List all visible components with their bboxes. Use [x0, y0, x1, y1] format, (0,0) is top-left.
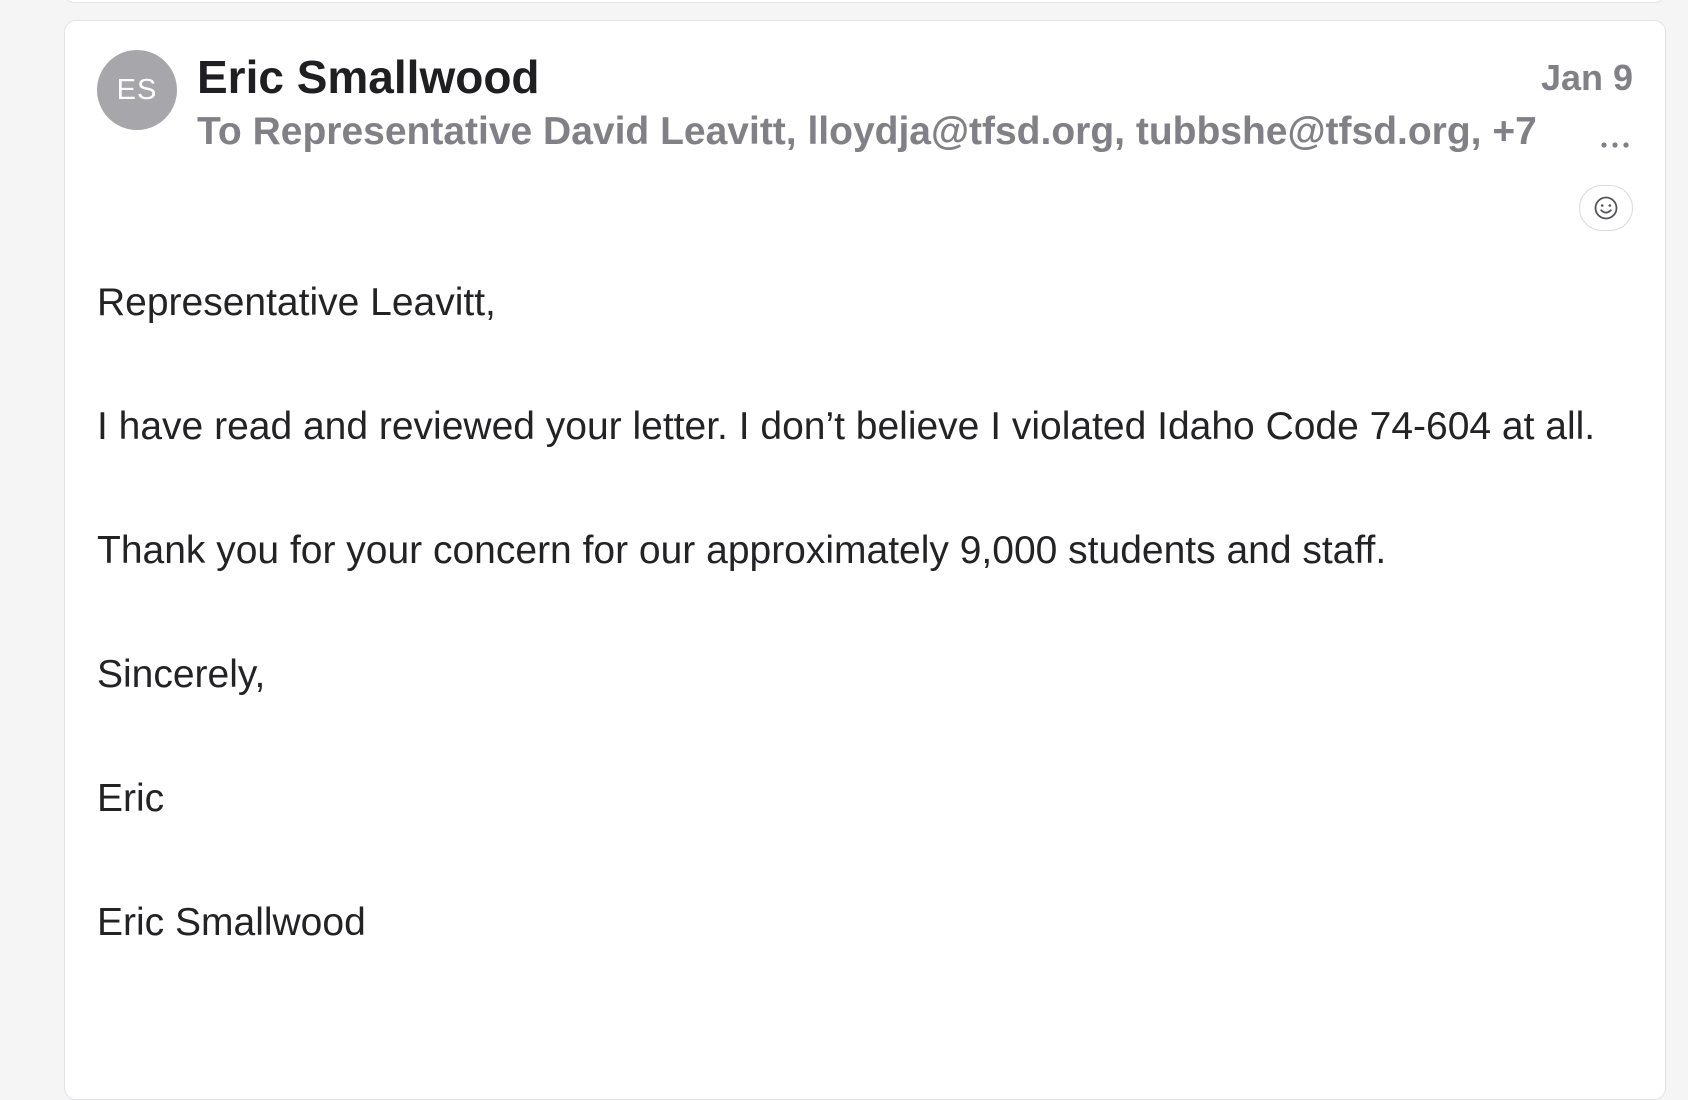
- body-paragraph-1: I have read and reviewed your letter. I …: [97, 405, 1596, 448]
- sender-name[interactable]: Eric Smallwood: [197, 51, 540, 104]
- body-paragraph-2: Thank you for your concern for our appro…: [97, 529, 1387, 572]
- email-body: Representative Leavitt, I have read and …: [97, 272, 1607, 1016]
- smiley-icon: [1594, 196, 1618, 220]
- more-options-button[interactable]: [1597, 133, 1633, 157]
- sender-avatar[interactable]: ES: [97, 50, 177, 130]
- greeting: Representative Leavitt,: [97, 281, 496, 324]
- add-reaction-button[interactable]: [1579, 185, 1633, 231]
- signature-full-name: Eric Smallwood: [97, 901, 366, 944]
- email-message-card: ES Eric Smallwood To Representative Davi…: [64, 20, 1666, 1100]
- recipients-line[interactable]: To Representative David Leavitt, lloydja…: [197, 110, 1537, 155]
- previous-message-card: [64, 0, 1665, 3]
- closing: Sincerely,: [97, 653, 266, 696]
- signature-first-name: Eric: [97, 777, 165, 820]
- ellipsis-icon: [1601, 142, 1629, 148]
- message-date: Jan 9: [1540, 57, 1633, 98]
